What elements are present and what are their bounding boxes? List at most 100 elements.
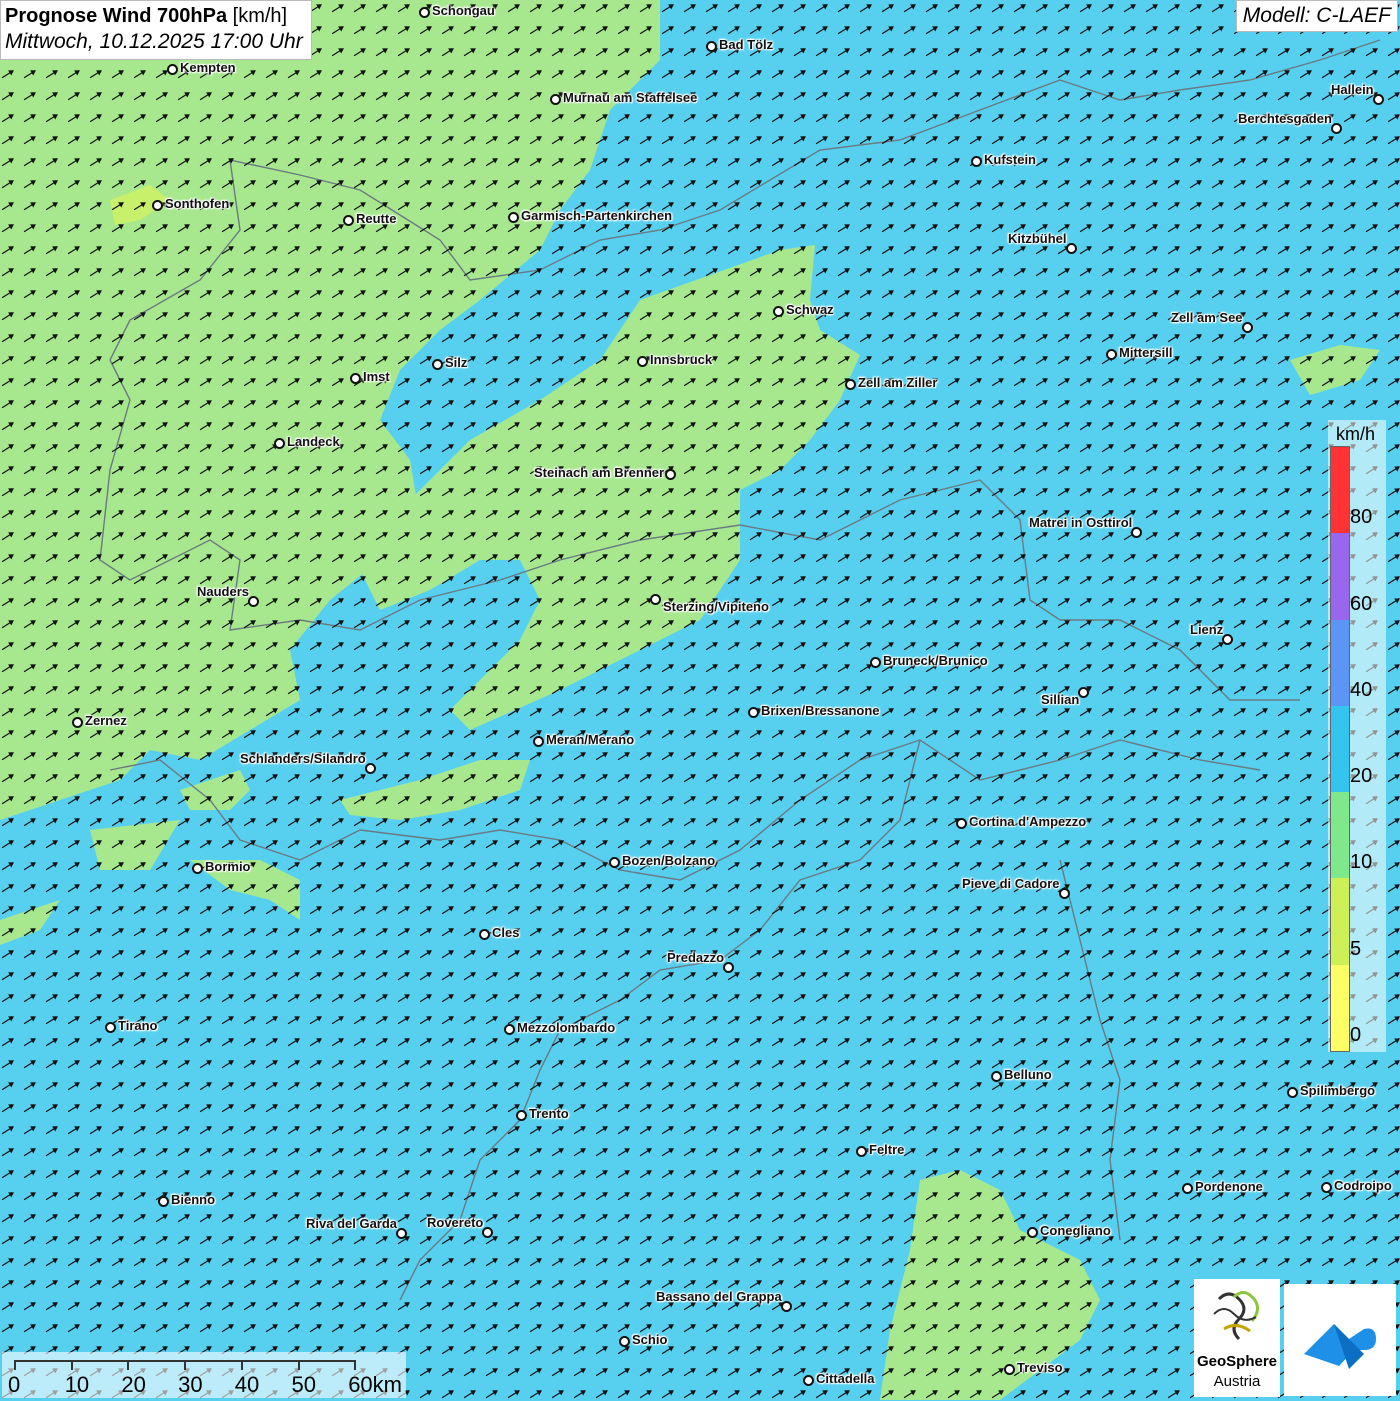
city-marker [803,1375,814,1386]
city-marker [192,863,203,874]
city-label: Reutte [356,211,397,226]
city-label: Meran/Merano [546,732,635,747]
scale-tick [297,1360,300,1370]
city-label: Zernez [85,713,127,728]
city-marker [971,156,982,167]
scale-tick [354,1360,357,1370]
legend-swatch [1331,447,1349,534]
city-label: Murnau am Staffelsee [563,90,698,105]
legend-label: 60 [1350,592,1373,615]
city-marker [1066,243,1077,254]
city-label: Spilimbergo [1300,1083,1376,1098]
city-label: Tirano [118,1018,158,1033]
city-marker [1321,1182,1332,1193]
city-marker [856,1146,867,1157]
city-label: Sonthofen [165,196,230,211]
city-marker [72,717,83,728]
geosphere-subname: Austria [1213,1373,1261,1390]
map-title: Prognose Wind 700hPa [km/h] [5,5,288,27]
legend-label: 40 [1350,678,1373,701]
city-label: Bad Tölz [719,37,774,52]
city-label: Predazzo [667,950,725,965]
city-label: Steinach am Brenner [534,465,665,480]
legend-swatch [1331,964,1349,1051]
legend-swatch [1331,792,1349,879]
city-marker [1242,322,1253,333]
cloud-app-icon [1304,1324,1376,1369]
scale-label: 30 [178,1372,203,1397]
city-marker [533,736,544,747]
scale-tick [14,1360,16,1370]
city-label: Mezzolombardo [517,1020,616,1035]
city-label: Schio [632,1332,668,1347]
city-marker [1331,123,1342,134]
scale-tick [70,1360,73,1370]
city-label: Schwaz [786,302,834,317]
scale-label: 50 [291,1372,316,1397]
city-label: Cortina d'Ampezzo [969,814,1087,829]
city-marker [504,1024,515,1035]
city-label: Bienno [171,1192,216,1207]
city-label: Sillian [1041,692,1080,707]
city-label: Matrei in Osttirol [1029,515,1133,530]
city-label: Kitzbühel [1008,231,1067,246]
city-marker [637,356,648,367]
forecast-datetime: Mittwoch, 10.12.2025 17:00 Uhr [5,30,303,53]
geosphere-logo[interactable]: GeoSphere Austria [1194,1279,1280,1397]
city-label: Codroipo [1334,1178,1392,1193]
city-marker [274,438,285,449]
city-marker [158,1196,169,1207]
legend-label: 5 [1350,937,1362,960]
geosphere-logo-icon [1213,1291,1259,1341]
city-label: Rovereto [427,1215,484,1230]
city-marker [1222,634,1233,645]
city-marker [1078,687,1089,698]
city-marker [396,1228,407,1239]
city-label: Bozen/Bolzano [622,853,716,868]
legend-label: 0 [1350,1024,1362,1046]
city-marker [781,1301,792,1312]
city-label: Berchtesgaden [1238,111,1332,126]
legend-swatch [1331,619,1349,706]
city-marker [665,469,676,480]
city-label: Sterzing/Vipiteno [663,599,769,614]
city-marker [167,64,178,75]
legend-label: 20 [1350,765,1373,788]
city-label: Zell am See [1171,310,1243,325]
legend: km/h 80 60 40 20 10 5 0 [1328,420,1386,1052]
city-label: Mittersill [1119,345,1173,360]
scale-label: 60km [348,1372,402,1397]
city-marker [956,818,967,829]
city-marker [706,41,717,52]
legend-label: 10 [1350,851,1373,874]
scale-label: 40 [234,1372,260,1397]
city-marker [105,1022,116,1033]
city-label: Riva del Garda [306,1216,398,1231]
city-marker [845,379,856,390]
city-marker [870,657,881,668]
legend-swatch [1331,878,1349,965]
scale-label: 20 [121,1372,146,1397]
legend-swatch [1331,705,1349,793]
legend-colorbar [1330,446,1350,1052]
city-marker [432,359,443,370]
app-logo[interactable] [1284,1284,1396,1396]
city-label: Hallein [1331,82,1374,97]
city-label: Silz [445,355,468,370]
city-label: Zell am Ziller [858,375,938,390]
city-marker [723,962,734,973]
city-label: Innsbruck [650,352,713,367]
city-label: Cittadella [816,1371,875,1386]
city-label: Lienz [1190,622,1224,637]
city-label: Bassano del Grappa [656,1289,782,1304]
city-marker [1373,94,1384,105]
city-marker [365,763,376,774]
city-label: Kempten [180,60,236,75]
city-marker [508,212,519,223]
city-label: Schongau [432,3,495,18]
city-marker [152,200,163,211]
city-label: Conegliano [1040,1223,1111,1238]
scale-label: 10 [64,1372,90,1397]
city-label: Belluno [1004,1067,1052,1082]
scale-label: 0 [8,1372,21,1397]
